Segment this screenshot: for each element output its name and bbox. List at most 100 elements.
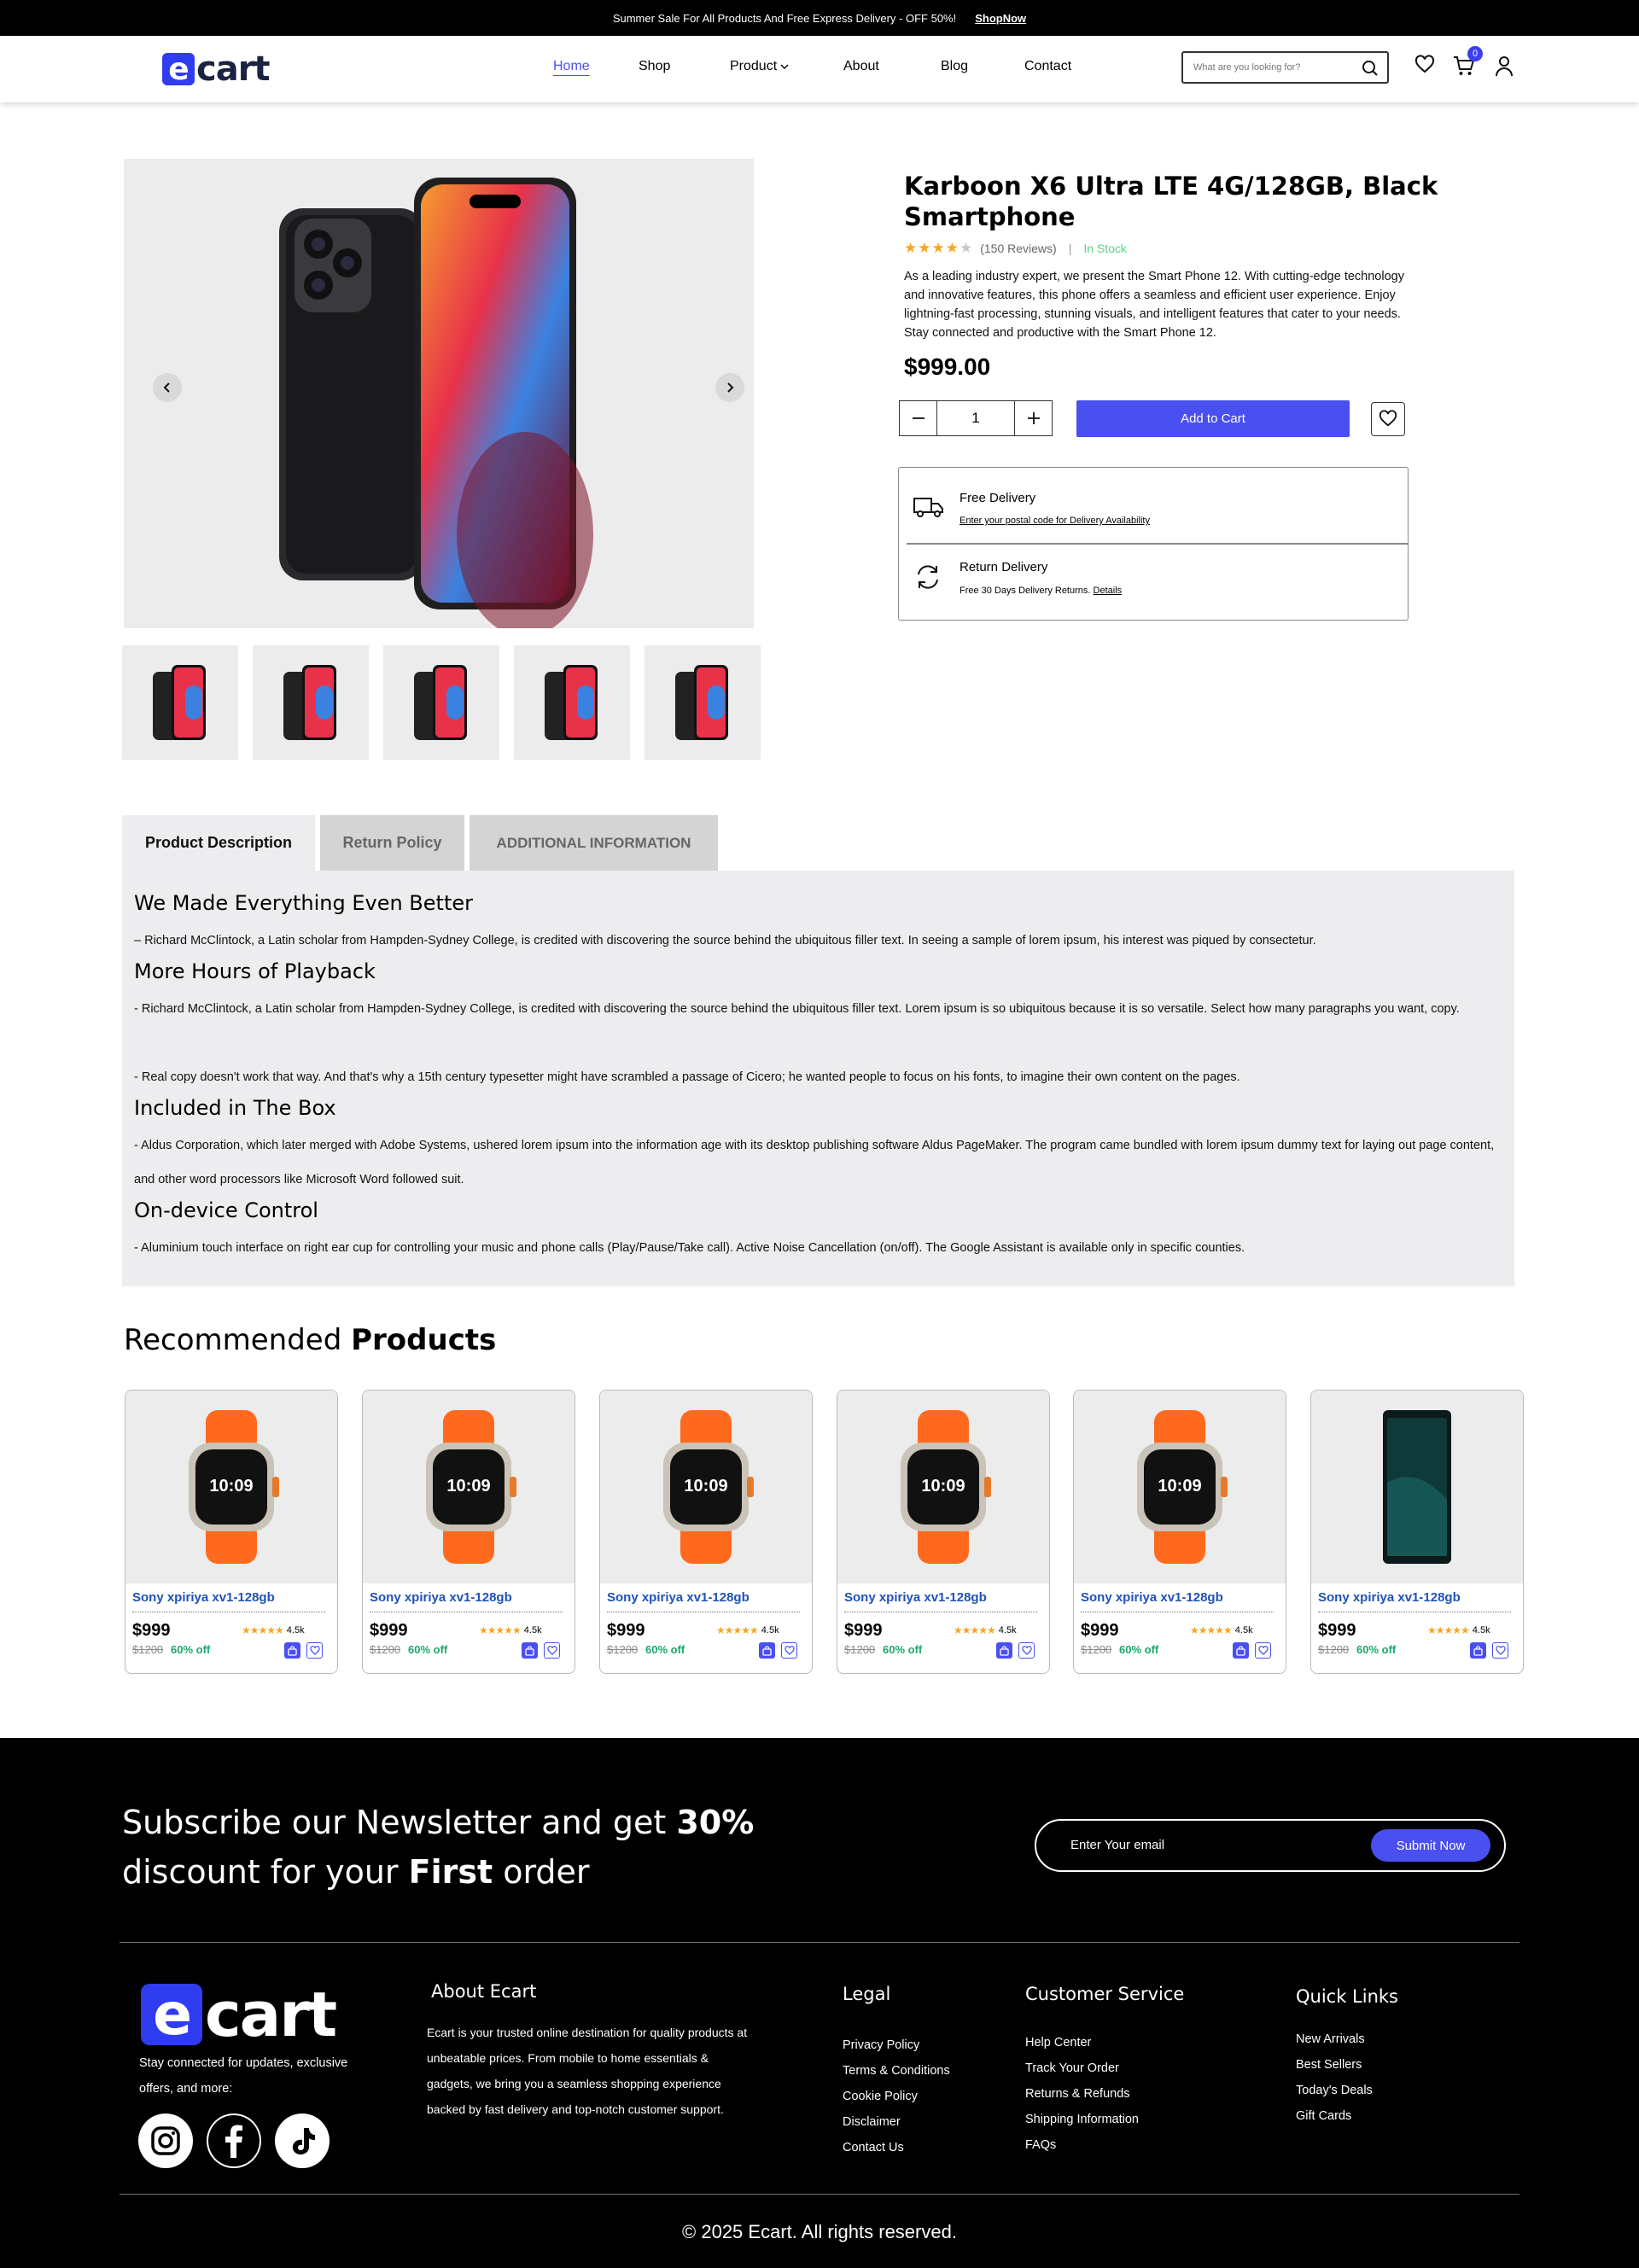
product-card-image[interactable]	[1311, 1391, 1523, 1583]
footer-link-best-sellers[interactable]: Best Sellers	[1296, 2058, 1362, 2072]
increase-quantity-button[interactable]	[1014, 401, 1052, 435]
add-to-bag-button[interactable]	[996, 1642, 1012, 1659]
nav-shop[interactable]: Shop	[639, 59, 670, 74]
product-card-image[interactable]: 10:09	[125, 1391, 337, 1583]
next-image-button[interactable]	[715, 373, 744, 402]
product-card[interactable]: 10:09 Sony xpiriya xv1-128gb $999 ★★★★★ 4.5k…	[599, 1390, 813, 1674]
card-wishlist-button[interactable]	[1492, 1642, 1508, 1659]
add-to-bag-button[interactable]	[1470, 1642, 1486, 1659]
chevron-right-icon	[727, 382, 734, 393]
card-wishlist-button[interactable]	[1018, 1642, 1035, 1659]
chevron-left-icon	[163, 382, 170, 393]
tab-return-policy[interactable]: Return Policy	[320, 815, 464, 871]
brand-logo[interactable]: e cart	[162, 48, 271, 90]
footer-link-shipping[interactable]: Shipping Information	[1025, 2113, 1139, 2126]
product-card-old-price: $1200	[1081, 1643, 1112, 1656]
add-to-bag-button[interactable]	[759, 1642, 775, 1659]
footer-link-returns[interactable]: Returns & Refunds	[1025, 2087, 1130, 2101]
decrease-quantity-button[interactable]	[900, 401, 937, 435]
review-count[interactable]: (150 Reviews)	[980, 242, 1056, 255]
plus-icon	[1027, 412, 1040, 424]
svg-text:10:09: 10:09	[446, 1477, 490, 1495]
product-card-old-price: $1200	[844, 1643, 876, 1656]
footer-link-track-order[interactable]: Track Your Order	[1025, 2061, 1119, 2075]
thumbnail-3[interactable]	[383, 645, 499, 760]
card-wishlist-button[interactable]	[544, 1642, 560, 1659]
product-card-image[interactable]: 10:09	[837, 1391, 1049, 1583]
footer-link-help-center[interactable]: Help Center	[1025, 2036, 1091, 2049]
shopping-bag-icon	[1236, 1645, 1245, 1656]
heart-icon[interactable]	[1414, 55, 1435, 75]
footer-link-todays-deals[interactable]: Today's Deals	[1296, 2084, 1373, 2097]
add-to-cart-button[interactable]: Add to Cart	[1076, 400, 1350, 437]
return-delivery-text: Free 30 Days Delivery Returns.	[959, 586, 1091, 596]
shop-now-link[interactable]: ShopNow	[975, 12, 1026, 25]
product-card[interactable]: 10:09 Sony xpiriya xv1-128gb $999 ★★★★★ 4.5k…	[125, 1390, 338, 1674]
thumbnail-5[interactable]	[645, 645, 761, 760]
footer-link-privacy-policy[interactable]: Privacy Policy	[843, 2038, 919, 2052]
product-card-image[interactable]: 10:09	[363, 1391, 575, 1583]
nav-about[interactable]: About	[843, 59, 879, 74]
search-input[interactable]: What are you looking for?	[1193, 62, 1300, 73]
thumbnail-2[interactable]	[253, 645, 369, 760]
product-card-name[interactable]: Sony xpiriya xv1-128gb	[1318, 1590, 1461, 1605]
nav-home[interactable]: Home	[553, 59, 590, 74]
card-wishlist-button[interactable]	[781, 1642, 797, 1659]
product-card-name[interactable]: Sony xpiriya xv1-128gb	[607, 1590, 750, 1605]
add-to-bag-button[interactable]	[284, 1642, 300, 1659]
search-icon[interactable]	[1362, 60, 1379, 77]
email-input[interactable]: Enter Your email	[1070, 1838, 1164, 1852]
card-wishlist-button[interactable]	[1255, 1642, 1271, 1659]
newsletter-form: Enter Your email Submit Now	[1035, 1819, 1506, 1872]
product-card[interactable]: Sony xpiriya xv1-128gb $999 ★★★★★ 4.5k $1200…	[1310, 1390, 1524, 1674]
add-to-bag-button[interactable]	[1233, 1642, 1249, 1659]
prev-image-button[interactable]	[153, 373, 182, 402]
product-card-price: $999	[844, 1621, 883, 1640]
nav-blog[interactable]: Blog	[941, 59, 968, 74]
footer-link-gift-cards[interactable]: Gift Cards	[1296, 2109, 1351, 2123]
product-card-price: $999	[132, 1621, 171, 1640]
wishlist-button[interactable]	[1371, 402, 1405, 436]
tab-product-description[interactable]: Product Description	[122, 815, 315, 871]
nav-product[interactable]: Product	[730, 59, 789, 74]
facebook-icon[interactable]	[207, 2113, 261, 2168]
quantity-input[interactable]: 1	[937, 401, 1014, 435]
footer-divider	[120, 2194, 1519, 2195]
product-card[interactable]: 10:09 Sony xpiriya xv1-128gb $999 ★★★★★ 4.5k…	[362, 1390, 575, 1674]
footer-logo[interactable]: e cart	[141, 1979, 337, 2050]
minus-icon	[912, 417, 924, 419]
product-card-rating-count: 4.5k	[998, 1625, 1017, 1635]
product-card[interactable]: 10:09 Sony xpiriya xv1-128gb $999 ★★★★★ 4.5k…	[837, 1390, 1050, 1674]
footer-link-cookie-policy[interactable]: Cookie Policy	[843, 2090, 918, 2103]
footer-link-terms[interactable]: Terms & Conditions	[843, 2064, 950, 2078]
footer-ql-title: Quick Links	[1296, 1986, 1399, 2007]
return-details-link[interactable]: Details	[1094, 586, 1123, 596]
product-card-name[interactable]: Sony xpiriya xv1-128gb	[370, 1590, 512, 1605]
product-card-image[interactable]: 10:09	[1074, 1391, 1286, 1583]
product-card-name[interactable]: Sony xpiriya xv1-128gb	[844, 1590, 987, 1605]
footer-link-disclaimer[interactable]: Disclaimer	[843, 2115, 901, 2129]
instagram-icon[interactable]	[138, 2113, 193, 2168]
product-card-name[interactable]: Sony xpiriya xv1-128gb	[1081, 1590, 1223, 1605]
postal-code-link[interactable]: Enter your postal code for Delivery Avai…	[959, 516, 1150, 526]
nav-contact[interactable]: Contact	[1024, 59, 1071, 74]
heart-icon	[1379, 410, 1397, 427]
user-icon[interactable]	[1494, 55, 1514, 77]
search-box[interactable]: What are you looking for?	[1181, 51, 1389, 84]
product-card-price: $999	[607, 1621, 645, 1640]
submit-button[interactable]: Submit Now	[1371, 1829, 1490, 1862]
tiktok-icon[interactable]	[275, 2113, 330, 2168]
product-card-rating: ★★★★★ 4.5k	[479, 1624, 542, 1636]
tab-additional-information[interactable]: ADDITIONAL INFORMATION	[470, 815, 718, 871]
thumbnail-1[interactable]	[122, 645, 238, 760]
footer-link-contact-us[interactable]: Contact Us	[843, 2141, 904, 2154]
product-card-image[interactable]: 10:09	[600, 1391, 812, 1583]
product-card-name[interactable]: Sony xpiriya xv1-128gb	[132, 1590, 275, 1605]
footer-link-new-arrivals[interactable]: New Arrivals	[1296, 2032, 1365, 2046]
footer-link-faqs[interactable]: FAQs	[1025, 2138, 1056, 2152]
add-to-bag-button[interactable]	[522, 1642, 538, 1659]
thumbnail-4[interactable]	[514, 645, 630, 760]
card-wishlist-button[interactable]	[306, 1642, 323, 1659]
shopping-bag-icon	[762, 1645, 772, 1656]
product-card[interactable]: 10:09 Sony xpiriya xv1-128gb $999 ★★★★★ 4.5k…	[1073, 1390, 1286, 1674]
